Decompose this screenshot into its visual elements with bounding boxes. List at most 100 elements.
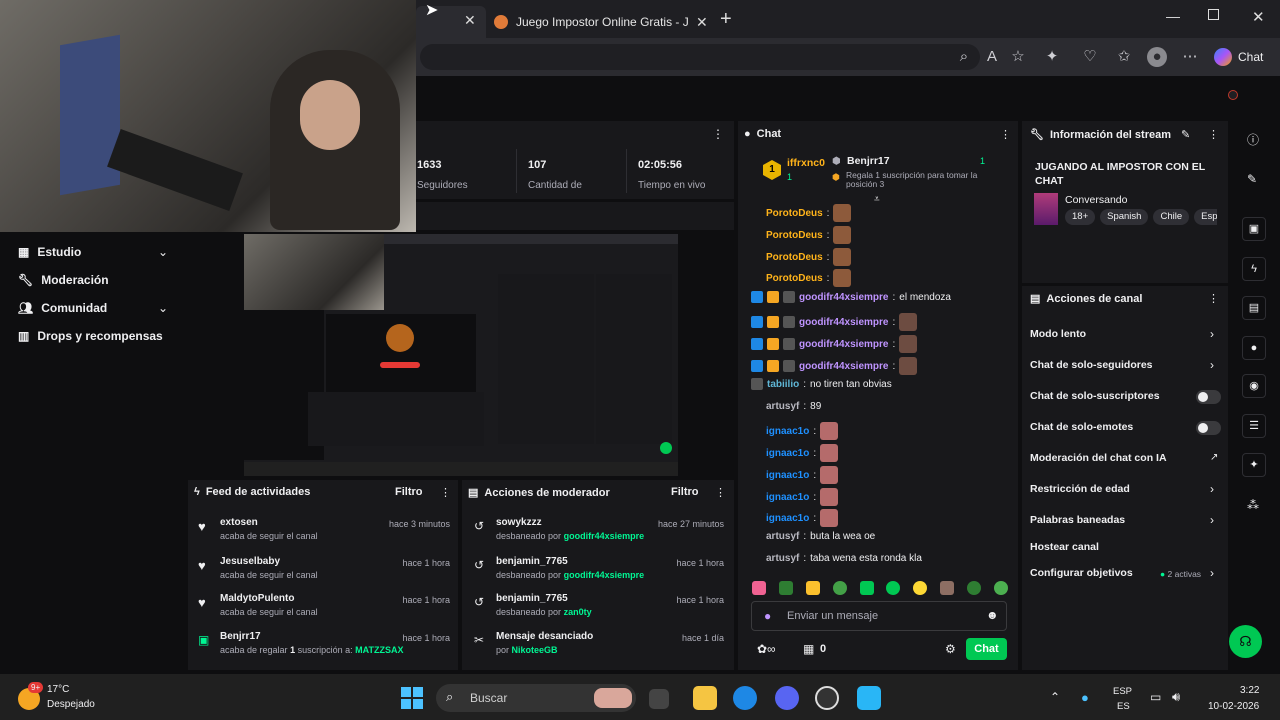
- clock-date[interactable]: 10-02-2026: [1208, 701, 1259, 712]
- tag[interactable]: 18+: [1065, 209, 1096, 225]
- activity-filter-button[interactable]: Filtro: [395, 486, 423, 498]
- start-button-icon[interactable]: [401, 687, 423, 709]
- chat-username[interactable]: goodifr44xsiempre: [799, 361, 888, 372]
- chat-emote-icon[interactable]: [820, 422, 839, 440]
- chat-username[interactable]: goodifr44xsiempre: [799, 317, 888, 328]
- chat-emote-icon[interactable]: [899, 357, 918, 375]
- weather-widget[interactable]: 9+ 17°C Despejado: [18, 682, 108, 714]
- chat-username[interactable]: artusyf: [766, 553, 799, 564]
- sidebar-item-estudio[interactable]: ▦ Estudio: [18, 245, 81, 259]
- mod-filter-button[interactable]: Filtro: [671, 486, 699, 498]
- chat-username[interactable]: PorotoDeus: [766, 208, 823, 219]
- taskbar-search[interactable]: ⌕ Buscar: [436, 684, 636, 712]
- stream-preview[interactable]: [244, 234, 678, 476]
- emotes-only-toggle[interactable]: [1196, 421, 1221, 435]
- chat-username[interactable]: PorotoDeus: [766, 273, 823, 284]
- microphone-icon[interactable]: ●: [1081, 690, 1089, 705]
- chat-username[interactable]: ignaac1o: [766, 426, 809, 437]
- chat-emote-icon[interactable]: [820, 444, 839, 462]
- subs-only-toggle[interactable]: [1196, 390, 1221, 404]
- more-menu-icon[interactable]: ⋯: [1180, 47, 1200, 67]
- action-hostear-canal[interactable]: Hostear canal: [1030, 541, 1099, 553]
- rail-document-icon[interactable]: ▤: [1242, 296, 1266, 320]
- zoom-icon[interactable]: ⌕: [954, 47, 974, 67]
- chevron-right-icon[interactable]: ›: [1210, 513, 1214, 527]
- chat-username[interactable]: ignaac1o: [766, 470, 809, 481]
- mod-menu-icon[interactable]: ⋮: [715, 486, 726, 499]
- action-palabras-baneadas[interactable]: Palabras baneadas: [1030, 514, 1125, 526]
- emote-icon[interactable]: [913, 581, 928, 595]
- discord-icon[interactable]: [775, 686, 799, 710]
- emote-icon[interactable]: [752, 581, 766, 595]
- chat-username[interactable]: ignaac1o: [766, 492, 809, 503]
- stream-info-menu-icon[interactable]: ⋮: [1208, 128, 1219, 141]
- volume-icon[interactable]: 🔊︎: [1172, 689, 1180, 705]
- edit-pencil-icon[interactable]: ✎: [1181, 128, 1190, 141]
- chat-emote-icon[interactable]: [820, 509, 839, 527]
- chat-emote-icon[interactable]: [833, 248, 852, 266]
- help-headset-button[interactable]: ☊: [1229, 625, 1262, 658]
- emote-icon[interactable]: [940, 581, 955, 595]
- emote-icon[interactable]: [859, 581, 874, 595]
- edge-browser-icon[interactable]: [733, 686, 757, 710]
- chat-emote-icon[interactable]: [833, 226, 852, 244]
- chat-emote-icon[interactable]: [899, 335, 918, 353]
- chevron-right-icon[interactable]: ›: [1210, 358, 1214, 372]
- emote-icon[interactable]: [778, 581, 793, 595]
- pencil-icon[interactable]: ✎: [1247, 172, 1257, 186]
- hype-user[interactable]: Benjrr17: [847, 155, 890, 167]
- chat-username[interactable]: goodifr44xsiempre: [799, 339, 888, 350]
- task-view-icon[interactable]: [649, 689, 669, 709]
- emote-icon[interactable]: [832, 581, 847, 595]
- action-solo-suscriptores[interactable]: Chat de solo-suscriptores: [1030, 390, 1160, 402]
- clock-time[interactable]: 3:22: [1240, 685, 1259, 696]
- chat-username[interactable]: PorotoDeus: [766, 252, 823, 263]
- extensions-dots-icon[interactable]: ⁂: [1247, 498, 1259, 512]
- favorites-icon[interactable]: ✩: [1114, 47, 1134, 67]
- mic-icon[interactable]: ●: [764, 609, 771, 623]
- rail-list-icon[interactable]: ☰: [1242, 414, 1266, 438]
- close-tab-icon[interactable]: ✕: [464, 12, 476, 29]
- file-explorer-icon[interactable]: [693, 686, 717, 710]
- obs-icon[interactable]: [815, 686, 839, 710]
- chevron-up-icon[interactable]: ⌃: [1050, 690, 1060, 704]
- emote-icon[interactable]: [993, 581, 1008, 595]
- extensions-icon[interactable]: ✦: [1042, 47, 1062, 67]
- tag[interactable]: Spanish: [1100, 209, 1149, 225]
- action-moderacion-ia[interactable]: Moderación del chat con IA: [1030, 452, 1167, 464]
- mod-by[interactable]: goodifr44xsiempre: [564, 570, 645, 580]
- collapse-icon[interactable]: ⩡: [874, 194, 880, 205]
- chat-emote-icon[interactable]: [899, 313, 918, 331]
- action-solo-emotes[interactable]: Chat de solo-emotes: [1030, 421, 1133, 433]
- rail-camera-icon[interactable]: ▣: [1242, 217, 1266, 241]
- read-aloud-icon[interactable]: A: [982, 47, 1002, 67]
- mod-by[interactable]: NikoteeGB: [512, 645, 558, 655]
- gift-recipient[interactable]: MATZZSAX: [355, 645, 403, 655]
- chat-username[interactable]: artusyf: [766, 401, 799, 412]
- chat-emote-icon[interactable]: [820, 466, 839, 484]
- copilot-chat-button[interactable]: Chat: [1214, 45, 1263, 69]
- category-name[interactable]: Conversando: [1065, 194, 1127, 206]
- action-restriccion-edad[interactable]: Restricción de edad: [1030, 483, 1130, 495]
- chat-username[interactable]: goodifr44xsiempre: [799, 292, 888, 303]
- profile-avatar-icon[interactable]: ●: [1147, 47, 1167, 67]
- sidebar-item-moderacion[interactable]: 🔧︎ Moderación: [18, 273, 109, 287]
- close-tab-icon[interactable]: ✕: [696, 14, 708, 31]
- favorite-star-icon[interactable]: ☆: [1008, 47, 1028, 67]
- chat-input[interactable]: ● Enviar un mensaje ☻: [751, 601, 1007, 631]
- channel-actions-menu-icon[interactable]: ⋮: [1208, 292, 1219, 305]
- emote-icon[interactable]: [886, 581, 901, 595]
- stats-menu-icon[interactable]: ⋮: [712, 127, 724, 141]
- emote-icon[interactable]: [805, 581, 820, 595]
- sidebar-item-comunidad[interactable]: 👥︎ Comunidad: [18, 301, 107, 315]
- info-icon[interactable]: ⓘ: [1247, 131, 1259, 148]
- chat-username[interactable]: PorotoDeus: [766, 230, 823, 241]
- action-modo-lento[interactable]: Modo lento: [1030, 328, 1086, 340]
- maximize-icon[interactable]: [1208, 9, 1219, 20]
- browser-essentials-icon[interactable]: ♡: [1080, 47, 1100, 67]
- points-icon[interactable]: ✿∞: [757, 642, 776, 656]
- address-bar[interactable]: [420, 44, 980, 70]
- rail-chat-icon[interactable]: ●: [1242, 336, 1266, 360]
- tag[interactable]: Espa: [1194, 209, 1217, 225]
- chat-emote-icon[interactable]: [833, 204, 852, 222]
